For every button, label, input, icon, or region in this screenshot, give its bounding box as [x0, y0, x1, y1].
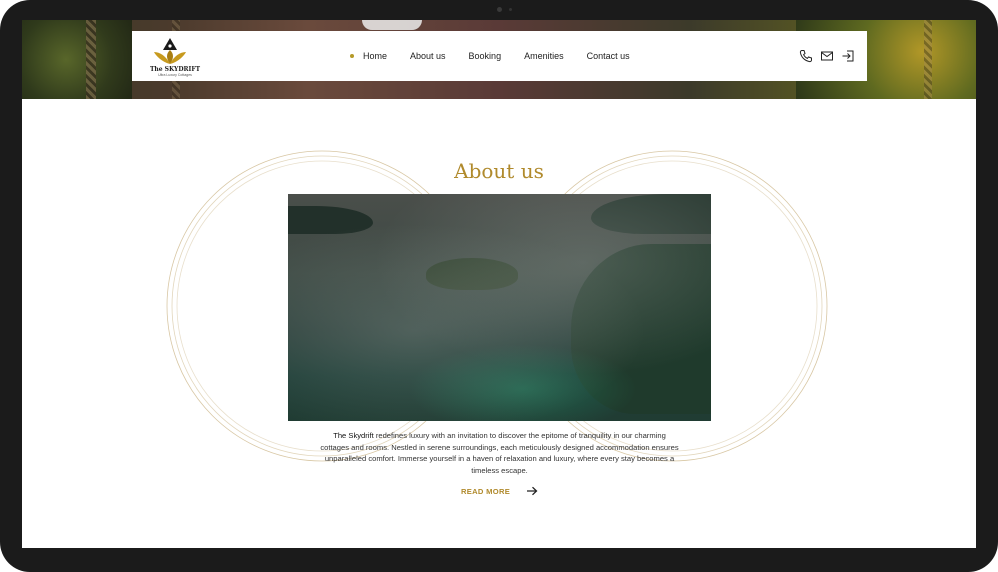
main-menu: Home About us Booking Amenities Contact …	[350, 31, 653, 81]
hero-dish	[362, 20, 422, 30]
brand-name: The SKYDRIFT	[149, 66, 201, 73]
hero-rope	[924, 20, 932, 99]
nav-item-label: About us	[410, 51, 446, 61]
mail-icon[interactable]	[820, 49, 834, 63]
photo-fog	[288, 194, 711, 421]
nav-item-amenities[interactable]: Amenities	[524, 51, 564, 61]
nav-item-label: Booking	[468, 51, 502, 61]
nav-item-label: Home	[363, 51, 388, 61]
hero-rope	[86, 20, 96, 99]
top-navbar: The SKYDRIFT Ultra Luxury Cottages Home …	[132, 31, 867, 81]
sensor-dot	[509, 8, 512, 11]
about-section: About us The Skydrift redefines luxury w…	[22, 99, 976, 548]
active-indicator-dot	[350, 54, 354, 58]
logo-mark-icon	[154, 38, 186, 64]
nav-item-contact-us[interactable]: Contact us	[587, 51, 630, 61]
aerial-lake-photo	[288, 194, 711, 421]
device-frame: The SKYDRIFT Ultra Luxury Cottages Home …	[0, 0, 998, 572]
nav-item-home[interactable]: Home	[350, 51, 387, 61]
section-title: About us	[454, 159, 544, 183]
hero-foliage-left	[22, 20, 132, 99]
camera-dot	[497, 7, 502, 12]
read-more-label: READ MORE	[461, 486, 511, 496]
header-actions	[792, 49, 855, 63]
hero-banner-image: The SKYDRIFT Ultra Luxury Cottages Home …	[22, 20, 976, 99]
read-more-link[interactable]: READ MORE	[461, 486, 538, 496]
nav-item-about-us[interactable]: About us	[410, 51, 446, 61]
description-brand: The Skydrift	[333, 431, 374, 440]
phone-icon[interactable]	[799, 49, 813, 63]
about-description: The Skydrift redefines luxury with an in…	[318, 430, 681, 476]
login-icon[interactable]	[841, 49, 855, 63]
browser-screen: The SKYDRIFT Ultra Luxury Cottages Home …	[22, 20, 976, 548]
nav-item-label: Amenities	[524, 51, 564, 61]
arrow-right-icon	[527, 486, 538, 496]
brand-logo[interactable]: The SKYDRIFT Ultra Luxury Cottages	[144, 36, 200, 78]
description-text: redefines luxury with an invitation to d…	[320, 431, 679, 475]
nav-item-booking[interactable]: Booking	[469, 51, 502, 61]
brand-tagline: Ultra Luxury Cottages	[158, 73, 192, 77]
nav-item-label: Contact us	[586, 51, 630, 61]
